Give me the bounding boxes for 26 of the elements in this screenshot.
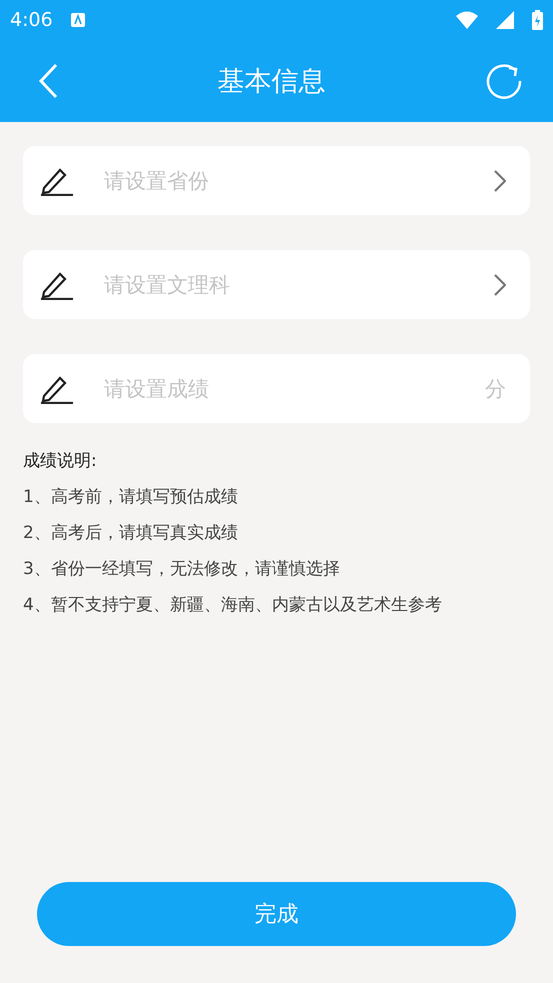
input-field[interactable]: 请设置省份 [23,146,530,215]
note-text: 4、暂不支持宁夏、新疆、海南、内蒙古以及艺术生参考 [23,594,443,617]
refresh-icon[interactable] [485,62,523,100]
chevron-right-icon [494,274,506,296]
pencil-icon [40,374,74,404]
chevron-right-icon [494,170,506,192]
notification-icon [70,13,85,27]
input-field[interactable]: 请设置成绩 分 [23,354,530,423]
unit-label: 分 [485,376,506,402]
input-text[interactable]: 请设置省份 [102,168,466,194]
submit-button[interactable]: 完成 [37,882,516,946]
note-text: 2、高考后，请填写真实成绩 [23,522,239,545]
note-text: 1、高考前，请填写预估成绩 [23,486,239,509]
note-text: 3、省份一经填写，无法修改，请谨慎选择 [23,558,341,581]
notes-title: 成绩说明: [23,450,98,473]
page-title: 基本信息 [218,65,326,99]
input-text[interactable]: 请设置成绩 [102,376,457,402]
back-icon[interactable] [38,63,58,99]
input-text[interactable]: 请设置文理科 [102,272,466,298]
signal-icon [496,11,514,29]
wifi-icon [456,11,478,29]
pencil-icon [40,270,74,300]
pencil-icon [40,166,74,196]
input-field[interactable]: 请设置文理科 [23,250,530,319]
status-time: 4:06 [10,9,53,31]
battery-icon [532,10,543,30]
